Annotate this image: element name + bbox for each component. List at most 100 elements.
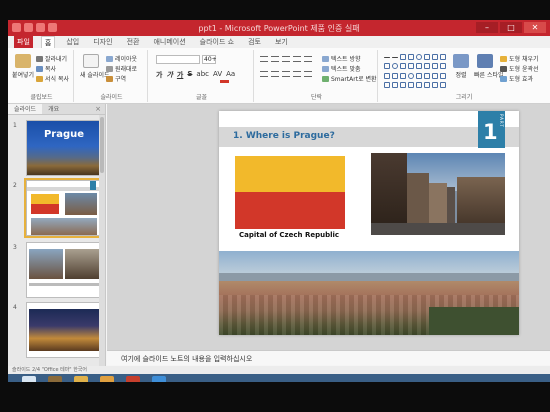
tab-slideshow[interactable]: 슬라이드 쇼	[197, 36, 237, 48]
tab-view[interactable]: 보기	[272, 36, 291, 48]
font-format-row: 가 가 가 S abc AV Aa	[156, 70, 235, 80]
smartart-icon	[322, 75, 329, 82]
prague-panorama-photo[interactable]	[219, 251, 519, 335]
text-shadow-button[interactable]: abc	[196, 70, 209, 80]
window-title: ppt1 - Microsoft PowerPoint 제품 인증 실패	[198, 24, 360, 33]
thumb-number: 3	[13, 244, 17, 251]
part-number: 1	[483, 120, 498, 144]
tab-review[interactable]: 검토	[245, 36, 264, 48]
title-bar: ppt1 - Microsoft PowerPoint 제품 인증 실패 – □…	[8, 20, 550, 36]
library-icon[interactable]	[74, 375, 88, 382]
copy-button[interactable]: 복사	[36, 64, 56, 73]
font-size-input[interactable]: 40+	[202, 55, 217, 64]
font-group: 40+ 가 가 가 S abc AV Aa 글꼴	[150, 50, 254, 102]
character-spacing-button[interactable]: AV	[213, 70, 222, 80]
drawing-group: 정렬 빠른 스타일 도형 채우기 도형 윤곽선 도형 효과 그리기	[380, 50, 548, 102]
tab-file[interactable]: 파일	[14, 36, 33, 48]
tab-design[interactable]: 디자인	[90, 36, 115, 48]
format-painter-button[interactable]: 서식 복사	[36, 74, 69, 83]
tab-insert[interactable]: 삽입	[63, 36, 82, 48]
paragraph-group: 텍스트 방향 텍스트 맞춤 SmartArt로 변환 단락	[256, 50, 378, 102]
reset-button[interactable]: 원래대로	[106, 64, 137, 73]
tab-outline[interactable]: 개요	[42, 104, 65, 114]
reset-icon	[106, 65, 113, 72]
shape-outline-button[interactable]: 도형 윤곽선	[500, 64, 539, 73]
slides-group: 새 슬라이드 레이아웃 원래대로 구역 슬라이드	[76, 50, 148, 102]
thumb-number: 1	[13, 122, 17, 129]
paint-bucket-icon	[500, 55, 507, 62]
thumb-title: Prague	[43, 129, 85, 140]
tab-slides[interactable]: 슬라이드	[8, 104, 43, 114]
effects-icon	[500, 75, 507, 82]
section-button[interactable]: 구역	[106, 74, 126, 83]
shapes-gallery[interactable]	[384, 54, 446, 90]
window-controls: – □ ✕	[476, 22, 546, 33]
slide-title[interactable]: 1. Where is Prague?	[233, 131, 335, 141]
folder-icon[interactable]	[100, 375, 114, 382]
file-explorer-icon[interactable]	[48, 375, 62, 382]
close-button[interactable]: ✕	[524, 22, 546, 33]
thumb-number: 2	[13, 182, 17, 189]
quick-styles-button[interactable]: 빠른 스타일	[474, 54, 504, 79]
list-buttons[interactable]	[260, 56, 312, 62]
align-text-icon	[322, 65, 329, 72]
tab-animations[interactable]: 애니메이션	[150, 36, 188, 48]
flag-caption[interactable]: Capital of Czech Republic	[229, 231, 349, 239]
layout-button[interactable]: 레이아웃	[106, 54, 137, 63]
paste-button[interactable]: 붙여넣기	[12, 54, 34, 79]
status-bar: 슬라이드 2/4 "Office 테마" 한국어	[8, 366, 550, 374]
tab-home[interactable]: 홈	[40, 36, 56, 48]
underline-button[interactable]: 가	[177, 70, 183, 80]
pen-icon	[500, 65, 507, 72]
new-slide-icon	[83, 54, 99, 68]
layout-icon	[106, 55, 113, 62]
current-slide[interactable]: 1. Where is Prague? PART 1 Capital of Cz…	[219, 111, 519, 335]
powerpoint-icon[interactable]	[126, 375, 140, 382]
text-direction-icon	[322, 55, 329, 62]
minimize-button[interactable]: –	[476, 22, 498, 33]
bold-button[interactable]: 가	[156, 70, 162, 80]
strikethrough-button[interactable]: S	[187, 70, 192, 80]
powerpoint-window: ppt1 - Microsoft PowerPoint 제품 인증 실패 – □…	[8, 20, 550, 382]
thumb-number: 4	[13, 304, 17, 311]
font-color-bar[interactable]	[220, 80, 229, 83]
arrange-icon	[453, 54, 469, 68]
czech-flag-image[interactable]	[235, 156, 345, 229]
notes-placeholder[interactable]: 여기에 슬라이드 노트의 내용을 입력하십시오	[121, 354, 252, 364]
maximize-button[interactable]: □	[500, 22, 522, 33]
slide-thumbnail-pane: 슬라이드 개요 × 1 Prague 2 3 4	[8, 104, 106, 366]
part-badge: PART 1	[478, 111, 505, 148]
align-buttons[interactable]	[260, 71, 312, 77]
part-word: PART	[499, 114, 504, 128]
taskbar	[8, 374, 550, 382]
prague-street-photo[interactable]	[371, 153, 505, 235]
new-slide-button[interactable]: 새 슬라이드	[80, 54, 110, 79]
shape-effects-button[interactable]: 도형 효과	[500, 74, 533, 83]
ribbon-tabs: 파일 홈 삽입 디자인 전환 애니메이션 슬라이드 쇼 검토 보기	[8, 36, 550, 48]
change-case-button[interactable]: Aa	[226, 70, 235, 80]
shape-fill-button[interactable]: 도형 채우기	[500, 54, 539, 63]
copy-icon	[36, 65, 43, 72]
scissors-icon	[36, 55, 43, 62]
text-direction-button[interactable]: 텍스트 방향	[322, 54, 361, 63]
start-icon[interactable]	[22, 375, 36, 382]
notes-pane[interactable]: 여기에 슬라이드 노트의 내용을 입력하십시오	[107, 350, 550, 365]
slide-thumbnail-3[interactable]	[26, 242, 100, 298]
cut-button[interactable]: 잘라내기	[36, 54, 67, 63]
clipboard-group: 붙여넣기 잘라내기 복사 서식 복사 클립보드	[10, 50, 74, 102]
font-name-input[interactable]	[156, 55, 200, 64]
pane-close-icon[interactable]: ×	[91, 104, 105, 114]
internet-explorer-icon[interactable]	[152, 375, 166, 382]
slide-thumbnail-1[interactable]: Prague	[26, 120, 100, 176]
italic-button[interactable]: 가	[166, 70, 172, 80]
smartart-button[interactable]: SmartArt로 변환	[322, 74, 377, 83]
slide-thumbnail-4[interactable]	[26, 302, 100, 358]
align-text-button[interactable]: 텍스트 맞춤	[322, 64, 361, 73]
brush-icon	[36, 75, 43, 82]
slide-thumbnail-2[interactable]	[24, 178, 102, 238]
pane-scrollbar[interactable]	[99, 115, 105, 366]
quick-styles-icon	[477, 54, 493, 68]
tab-transitions[interactable]: 전환	[124, 36, 143, 48]
editing-canvas: 1. Where is Prague? PART 1 Capital of Cz…	[107, 104, 550, 350]
arrange-button[interactable]: 정렬	[450, 54, 472, 79]
